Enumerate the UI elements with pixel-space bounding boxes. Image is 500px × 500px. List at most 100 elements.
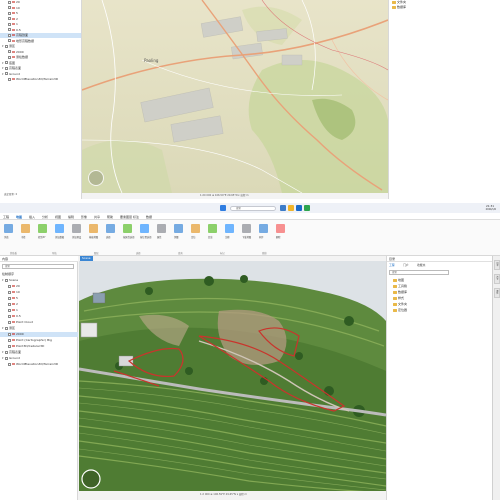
ribbon-tab[interactable]: 分析 bbox=[42, 215, 48, 219]
checkbox[interactable] bbox=[8, 50, 11, 53]
side-tab[interactable]: 目录 bbox=[494, 260, 500, 270]
checkbox[interactable] bbox=[5, 44, 8, 48]
tree-layer[interactable]: WorldElevation3D/Terrain3D bbox=[0, 362, 78, 367]
checkbox[interactable] bbox=[5, 66, 8, 70]
ribbon-button-label[interactable]: 下载地图 bbox=[242, 235, 251, 239]
tree-layer[interactable]: 2 bbox=[0, 17, 81, 22]
catalog-item[interactable]: 数据库 bbox=[393, 290, 407, 295]
checkbox[interactable] bbox=[5, 61, 8, 64]
tree-layer[interactable]: Point3D/Cellular3D bbox=[0, 344, 78, 349]
ribbon-button-icon[interactable] bbox=[55, 224, 64, 233]
ribbon-button-label[interactable]: 添加预设 bbox=[72, 235, 81, 239]
ribbon-button-label[interactable]: 浏览 bbox=[4, 235, 9, 239]
checkbox[interactable] bbox=[8, 320, 11, 324]
checkbox[interactable] bbox=[8, 0, 11, 4]
tree-layer[interactable]: 5 bbox=[0, 296, 78, 301]
ribbon-button-icon[interactable] bbox=[225, 224, 234, 233]
tree-group[interactable]: ▾ 高程表面 bbox=[0, 66, 81, 71]
ribbon-button-icon[interactable] bbox=[276, 224, 285, 233]
tree-group[interactable]: ▾ Scene bbox=[0, 278, 78, 283]
ribbon-button-icon[interactable] bbox=[140, 224, 149, 233]
tree-layer[interactable]: 0.5 bbox=[0, 314, 78, 319]
ribbon-button-icon[interactable] bbox=[259, 224, 268, 233]
ribbon-button-icon[interactable] bbox=[106, 224, 115, 233]
app-icon[interactable] bbox=[288, 205, 294, 211]
tree-layer[interactable]: 2000 bbox=[0, 50, 81, 55]
checkbox[interactable] bbox=[8, 17, 11, 20]
ribbon-button-label[interactable]: 书签 bbox=[21, 235, 26, 239]
windows-logo-icon[interactable] bbox=[220, 205, 226, 211]
checkbox[interactable] bbox=[8, 6, 11, 9]
checkbox[interactable] bbox=[5, 326, 8, 330]
ribbon-button-icon[interactable] bbox=[4, 224, 13, 233]
ribbon-button-icon[interactable] bbox=[174, 224, 183, 233]
tree-layer[interactable]: 地形高程数据 bbox=[0, 39, 81, 44]
tree-group[interactable]: ▾ 高程表面 bbox=[0, 350, 78, 355]
ribbon-tab[interactable]: 共享 bbox=[94, 215, 100, 219]
ribbon-button-label[interactable]: 属性 bbox=[157, 235, 162, 239]
tree-layer[interactable]: 2 bbox=[0, 302, 78, 307]
checkbox[interactable] bbox=[8, 344, 11, 348]
tree-layer[interactable]: 10 bbox=[0, 6, 81, 11]
ribbon-button-label[interactable]: 按位置选择 bbox=[140, 235, 152, 239]
tree-group[interactable]: ▾ Ground bbox=[0, 356, 78, 361]
ribbon-tab[interactable]: 标注 bbox=[133, 215, 139, 219]
ribbon-tab[interactable]: 帮助 bbox=[107, 215, 113, 219]
catalog-tab[interactable]: 收藏夹 bbox=[417, 263, 425, 267]
ribbon-button-label[interactable]: 按属性选择 bbox=[123, 235, 135, 239]
checkbox[interactable] bbox=[8, 33, 11, 37]
tree-layer[interactable]: 测绘数据 bbox=[0, 55, 81, 60]
checkbox[interactable] bbox=[8, 55, 11, 59]
app-icon[interactable] bbox=[296, 205, 302, 211]
catalog-item[interactable]: 地图 bbox=[393, 278, 404, 283]
catalog-item[interactable]: 文件夹 bbox=[393, 302, 407, 307]
ribbon-button-label[interactable]: 基础地图 bbox=[89, 235, 98, 239]
ribbon-button-label[interactable]: 同步 bbox=[259, 235, 264, 239]
checkbox[interactable] bbox=[8, 22, 11, 26]
tree-layer[interactable]: 2000 bbox=[0, 332, 78, 337]
checkbox[interactable] bbox=[8, 39, 11, 42]
ribbon-button-label[interactable]: 删除 bbox=[276, 235, 281, 239]
ribbon-button-icon[interactable] bbox=[89, 224, 98, 233]
navigation-control[interactable] bbox=[88, 170, 104, 186]
checkbox[interactable] bbox=[8, 338, 11, 342]
ribbon-button-icon[interactable] bbox=[242, 224, 251, 233]
ribbon-button-icon[interactable] bbox=[208, 224, 217, 233]
tree-layer[interactable]: 高程剖面 bbox=[0, 33, 81, 38]
app-icon[interactable] bbox=[280, 205, 286, 211]
checkbox[interactable] bbox=[8, 28, 11, 31]
tree-group[interactable]: ▾ 测区 bbox=[0, 44, 81, 49]
checkbox[interactable] bbox=[5, 350, 8, 354]
tree-layer[interactable]: Point Cloud bbox=[0, 320, 78, 325]
app-icon[interactable] bbox=[304, 205, 310, 211]
ribbon-button-icon[interactable] bbox=[123, 224, 132, 233]
ribbon-button-icon[interactable] bbox=[191, 224, 200, 233]
map-view-top[interactable]: Paoling bbox=[82, 0, 388, 193]
catalog-tab[interactable]: 门户 bbox=[403, 263, 409, 267]
tree-layer[interactable]: 1 bbox=[0, 308, 78, 313]
tree-layer[interactable]: 10 bbox=[0, 290, 78, 295]
ribbon-button-label[interactable]: 转到XY bbox=[38, 235, 46, 239]
ribbon-button-label[interactable]: 注释 bbox=[225, 235, 230, 239]
checkbox[interactable] bbox=[8, 314, 11, 318]
checkbox[interactable] bbox=[8, 302, 11, 306]
tree-layer[interactable]: 20 bbox=[0, 0, 81, 5]
tree-layer[interactable]: 20 bbox=[0, 284, 78, 289]
ribbon-tab[interactable]: 视图 bbox=[55, 215, 61, 219]
ribbon-tab[interactable]: 地图 bbox=[16, 215, 22, 219]
ribbon-button-label[interactable]: 信息 bbox=[208, 235, 213, 239]
checkbox[interactable] bbox=[8, 332, 11, 336]
tree-group[interactable]: ▾ 底图 bbox=[0, 61, 81, 66]
compass-icon[interactable] bbox=[81, 469, 101, 489]
checkbox[interactable] bbox=[5, 72, 8, 75]
catalog-item[interactable]: 样式 bbox=[393, 296, 404, 301]
catalog-tab[interactable]: 工程 bbox=[389, 263, 395, 267]
ribbon-tab[interactable]: 工程 bbox=[3, 215, 9, 219]
tree-layer[interactable]: 1 bbox=[0, 22, 81, 27]
ribbon-tab[interactable]: 要素图层 bbox=[120, 215, 132, 219]
tree-layer[interactable]: 0.5 bbox=[0, 28, 81, 33]
ribbon-button-label[interactable]: 定位 bbox=[191, 235, 196, 239]
checkbox[interactable] bbox=[8, 284, 11, 288]
checkbox[interactable] bbox=[5, 356, 8, 360]
tree-layer[interactable]: WorldElevation3D/Terrain3D bbox=[0, 77, 81, 82]
